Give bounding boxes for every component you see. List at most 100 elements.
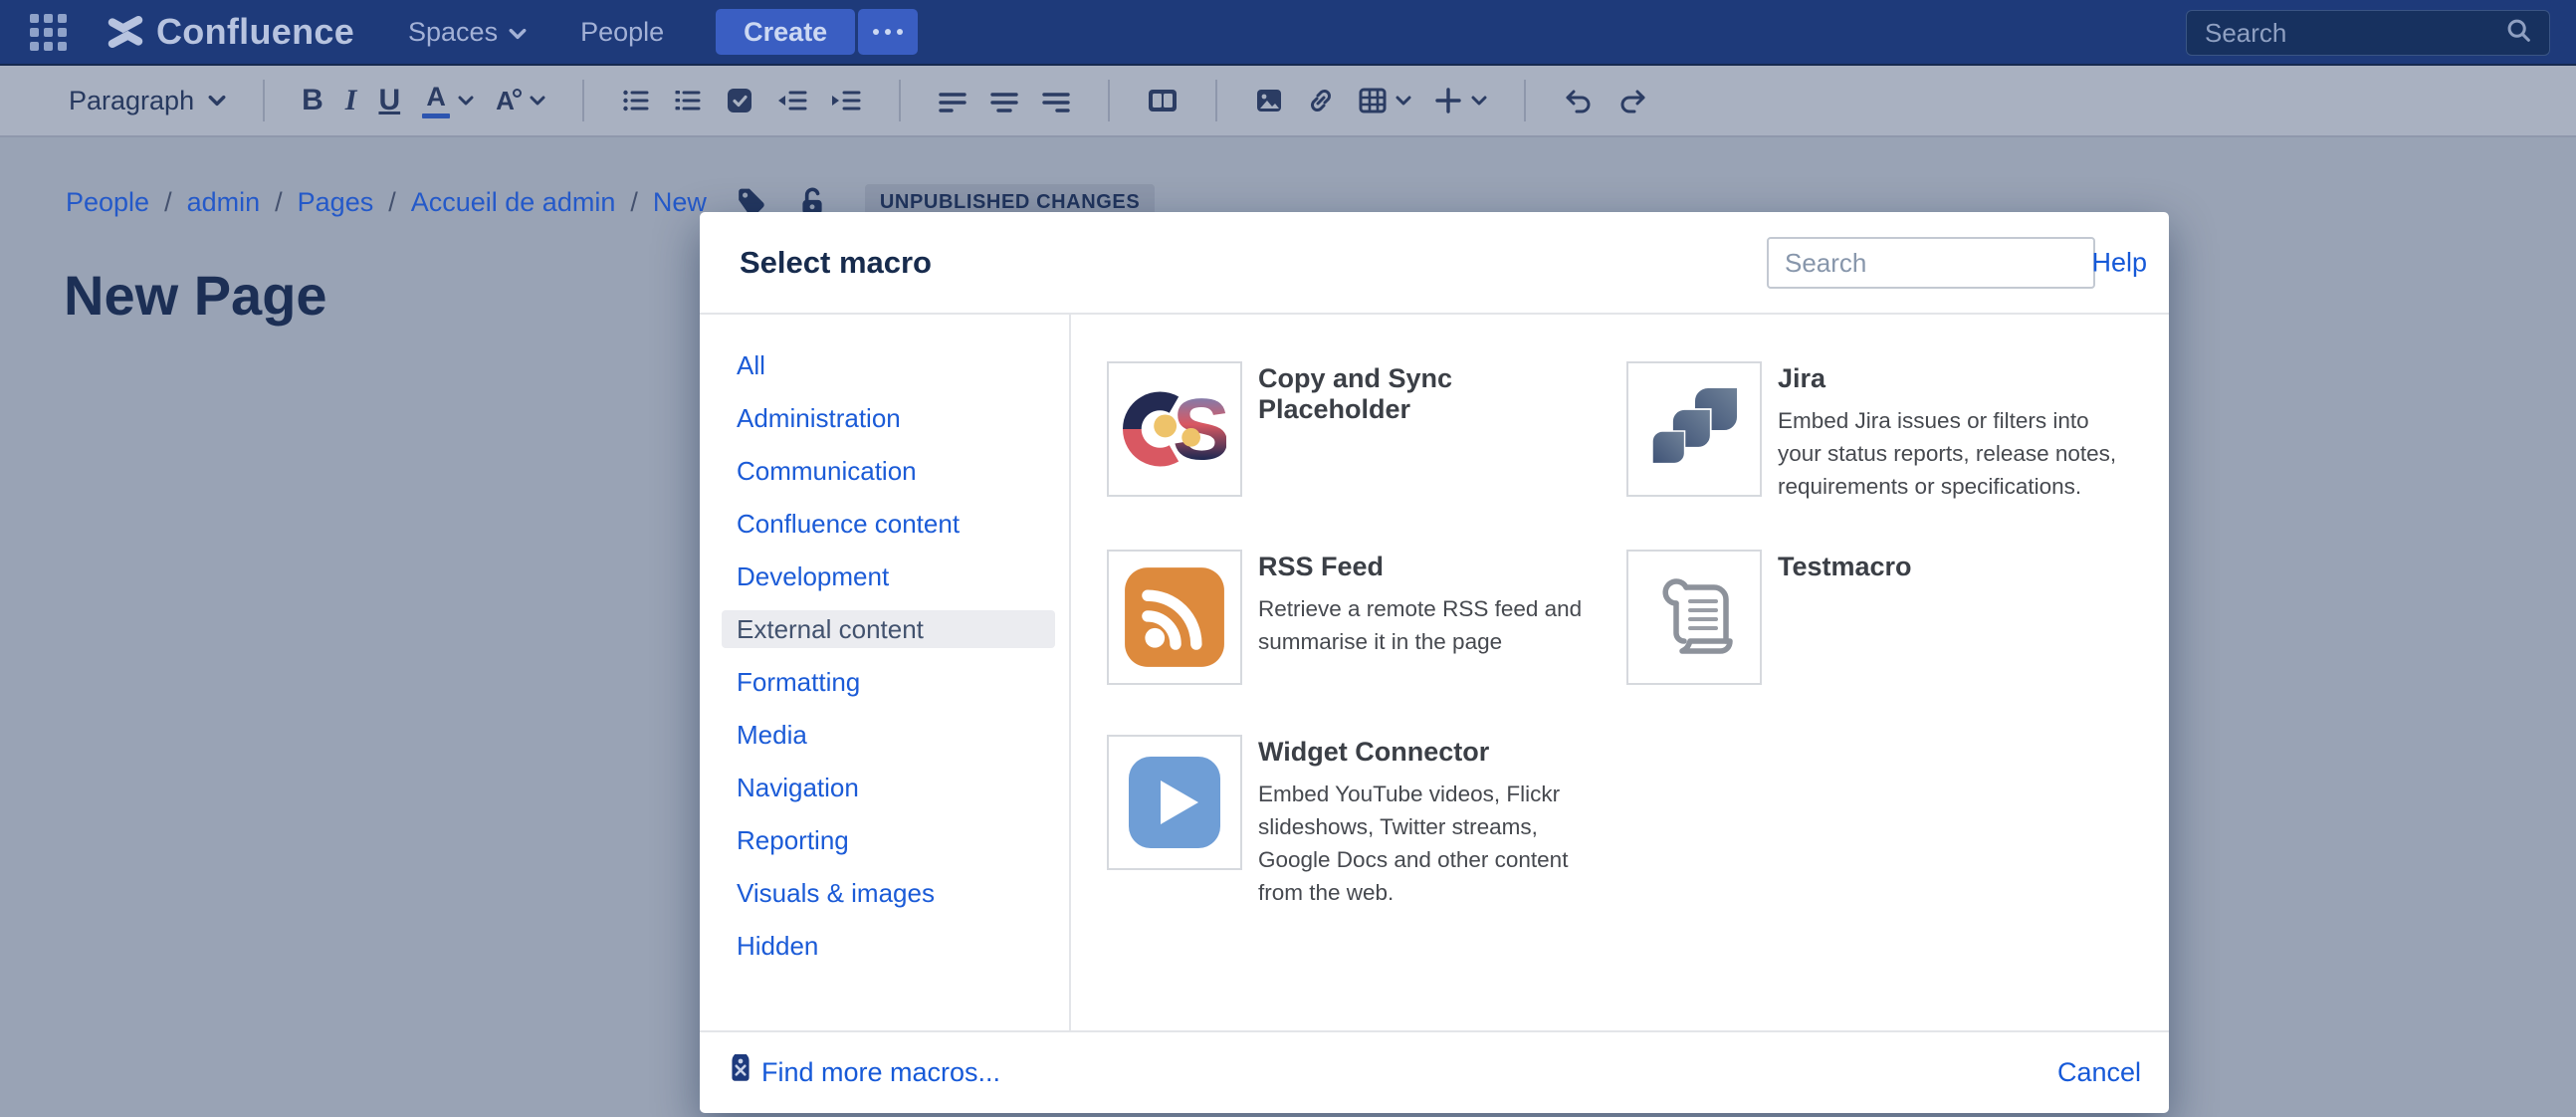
nav-more-button[interactable] [858, 9, 918, 55]
macro-title: Copy and Sync Placeholder [1258, 363, 1609, 425]
toolbar-separator [899, 80, 901, 121]
breadcrumb-link-pages[interactable]: Pages [298, 187, 374, 218]
text-color-icon: A [422, 84, 450, 118]
undo-icon [1563, 85, 1595, 116]
indent-button[interactable] [830, 86, 862, 115]
italic-label: I [345, 86, 357, 115]
ellipsis-icon [873, 29, 903, 35]
macro-item-testmacro[interactable]: Testmacro [1626, 550, 2128, 685]
dialog-header: Select macro Help [700, 212, 2169, 315]
top-navbar: Confluence Spaces People Create [0, 0, 2576, 66]
align-right-icon [1041, 86, 1071, 115]
copy-sync-logo-icon: S [1107, 361, 1242, 497]
help-link[interactable]: Help [2091, 247, 2147, 278]
underline-button[interactable]: U [378, 86, 400, 115]
category-visuals-images[interactable]: Visuals & images [722, 874, 1055, 912]
breadcrumb-link-admin[interactable]: admin [187, 187, 261, 218]
macro-item-copy-sync[interactable]: S Copy and Sync Placeholder [1107, 361, 1609, 497]
macro-list: S Copy and Sync Placeholder [1071, 315, 2169, 1030]
chevron-down-icon [458, 95, 474, 107]
toolbar-separator [263, 80, 265, 121]
select-macro-dialog: Select macro Help All Administration Com… [700, 212, 2169, 1113]
insert-more-dropdown[interactable] [1433, 86, 1487, 115]
category-reporting[interactable]: Reporting [722, 821, 1055, 859]
macro-title: Testmacro [1778, 552, 2128, 582]
task-list-button[interactable] [725, 86, 754, 115]
category-media[interactable]: Media [722, 716, 1055, 754]
breadcrumb-separator: / [275, 187, 283, 218]
chevron-down-icon [1395, 95, 1411, 107]
paragraph-style-dropdown[interactable]: Paragraph [69, 86, 226, 116]
macro-title: Jira [1778, 363, 2128, 394]
align-right-button[interactable] [1041, 86, 1071, 115]
insert-link-button[interactable] [1306, 86, 1336, 115]
link-icon [1306, 86, 1336, 115]
bullet-list-button[interactable] [621, 86, 651, 115]
align-center-button[interactable] [989, 86, 1019, 115]
create-button-label: Create [744, 17, 827, 48]
category-administration[interactable]: Administration [722, 399, 1055, 437]
align-left-icon [938, 86, 967, 115]
nav-people[interactable]: People [580, 17, 664, 48]
toolbar-separator [1524, 80, 1526, 121]
macro-description: Retrieve a remote RSS feed and summarise… [1258, 592, 1609, 658]
undo-button[interactable] [1563, 85, 1595, 116]
breadcrumb-link-accueil[interactable]: Accueil de admin [411, 187, 616, 218]
confluence-logo-icon [107, 13, 144, 51]
jira-logo-icon [1626, 361, 1762, 497]
numbered-list-button[interactable] [673, 86, 703, 115]
macro-item-jira[interactable]: Jira Embed Jira issues or filters into y… [1626, 361, 2128, 503]
redo-icon [1616, 85, 1648, 116]
breadcrumb-separator: / [388, 187, 396, 218]
confluence-logo[interactable]: Confluence [107, 11, 354, 53]
dialog-body: All Administration Communication Conflue… [700, 315, 2169, 1030]
outdent-button[interactable] [776, 86, 808, 115]
table-icon [1358, 86, 1388, 115]
bold-label: B [302, 86, 323, 115]
task-list-icon [725, 86, 754, 115]
align-left-button[interactable] [938, 86, 967, 115]
find-more-macros-link[interactable]: Find more macros... [728, 1054, 1000, 1091]
chevron-down-icon [509, 17, 527, 48]
category-confluence-content[interactable]: Confluence content [722, 505, 1055, 543]
more-formatting-dropdown[interactable]: A [496, 88, 545, 113]
nav-people-label: People [580, 17, 664, 48]
layout-button[interactable] [1147, 86, 1179, 115]
cancel-button[interactable]: Cancel [2057, 1057, 2141, 1088]
nav-spaces-label: Spaces [408, 17, 498, 48]
insert-table-dropdown[interactable] [1358, 86, 1411, 115]
search-icon[interactable] [2505, 17, 2533, 50]
svg-text:S: S [1173, 380, 1226, 478]
nav-spaces[interactable]: Spaces [408, 17, 527, 48]
nav-search-input[interactable] [2203, 17, 2505, 50]
text-color-dropdown[interactable]: A [422, 84, 474, 118]
dialog-title: Select macro [740, 245, 932, 281]
insert-image-button[interactable] [1254, 86, 1284, 115]
macro-item-widget-connector[interactable]: Widget Connector Embed YouTube videos, F… [1107, 735, 1609, 909]
category-communication[interactable]: Communication [722, 452, 1055, 490]
chevron-down-icon [208, 94, 226, 108]
category-external-content[interactable]: External content [722, 610, 1055, 648]
breadcrumb-link-new[interactable]: New [653, 187, 707, 218]
breadcrumb-link-people[interactable]: People [66, 187, 149, 218]
numbered-list-icon [673, 86, 703, 115]
align-center-icon [989, 86, 1019, 115]
category-all[interactable]: All [722, 346, 1055, 384]
create-button[interactable]: Create [716, 9, 855, 55]
category-development[interactable]: Development [722, 558, 1055, 595]
plugin-icon [728, 1054, 753, 1091]
breadcrumb-separator: / [164, 187, 172, 218]
app-switcher-icon[interactable] [30, 14, 67, 51]
macro-title: RSS Feed [1258, 552, 1609, 582]
macro-item-rss[interactable]: RSS Feed Retrieve a remote RSS feed and … [1107, 550, 1609, 685]
italic-button[interactable]: I [345, 86, 357, 115]
bold-button[interactable]: B [302, 86, 323, 115]
macro-search-input[interactable] [1767, 237, 2095, 289]
paragraph-style-label: Paragraph [69, 86, 194, 116]
redo-button[interactable] [1616, 85, 1648, 116]
category-hidden[interactable]: Hidden [722, 927, 1055, 965]
macro-description: Embed YouTube videos, Flickr slideshows,… [1258, 778, 1609, 909]
breadcrumb-separator: / [630, 187, 638, 218]
category-formatting[interactable]: Formatting [722, 663, 1055, 701]
category-navigation[interactable]: Navigation [722, 769, 1055, 806]
